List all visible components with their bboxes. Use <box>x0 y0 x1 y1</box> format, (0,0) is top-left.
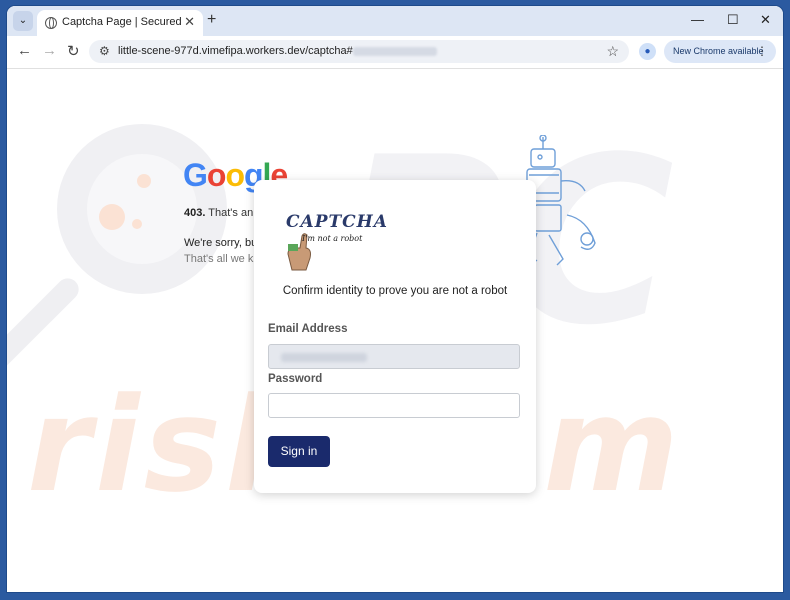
reload-button[interactable]: ↻ <box>67 42 80 60</box>
google-logo-letter: G <box>183 157 208 193</box>
site-settings-icon[interactable]: ⚙ <box>99 44 110 58</box>
browser-toolbar: ← → ↻ ⚙ little-scene-977d.vimefipa.worke… <box>7 36 783 69</box>
error-text: That's an <box>208 207 254 219</box>
page-content: PC risk.com Google 403. That's an We're … <box>7 69 783 592</box>
tab-strip: ⌄ Captcha Page | Secured ✕ + — ☐ ✕ <box>7 6 783 37</box>
password-field[interactable] <box>268 393 520 418</box>
watermark-dot <box>137 174 151 188</box>
sign-in-button[interactable]: Sign in <box>268 436 330 467</box>
google-logo-letter: o <box>225 157 245 193</box>
active-tab[interactable]: Captcha Page | Secured ✕ <box>37 10 203 37</box>
menu-dots-icon[interactable]: ⋮ <box>756 44 768 58</box>
email-redaction <box>281 353 367 362</box>
error-code: 403. <box>184 207 206 219</box>
prompt-text: Confirm identity to prove you are not a … <box>282 285 508 297</box>
captcha-subtitle: I'm not a robot <box>302 234 363 243</box>
bookmark-star-icon[interactable]: ☆ <box>606 43 619 60</box>
tab-close-icon[interactable]: ✕ <box>184 14 195 30</box>
password-label: Password <box>268 373 323 385</box>
watermark-magnifier-handle <box>7 273 84 375</box>
minimize-button[interactable]: — <box>691 12 704 27</box>
back-button[interactable]: ← <box>17 42 32 59</box>
close-window-button[interactable]: ✕ <box>760 12 771 28</box>
watermark-dot <box>99 204 125 230</box>
chrome-update-button[interactable]: New Chrome available ⋮ <box>664 40 776 63</box>
sorry-text: We're sorry, bu <box>184 237 258 249</box>
address-bar[interactable]: ⚙ little-scene-977d.vimefipa.workers.dev… <box>89 40 629 63</box>
chrome-update-label: New Chrome available <box>673 46 764 56</box>
profile-avatar-icon[interactable]: ● <box>639 43 656 60</box>
error-line: 403. That's an <box>184 207 253 219</box>
tab-title: Captcha Page | Secured <box>62 16 182 28</box>
captcha-title: CAPTCHA <box>286 212 388 232</box>
known-text: That's all we kn <box>184 253 260 265</box>
google-logo-letter: o <box>206 157 227 193</box>
browser-window: ⌄ Captcha Page | Secured ✕ + — ☐ ✕ ← → ↻… <box>7 6 783 592</box>
captcha-modal: CAPTCHA I'm not a robot Confirm identity… <box>254 180 536 493</box>
watermark-dot <box>132 219 142 229</box>
forward-button[interactable]: → <box>42 42 57 59</box>
new-tab-button[interactable]: + <box>207 11 216 29</box>
maximize-button[interactable]: ☐ <box>727 12 739 28</box>
globe-icon <box>45 17 57 29</box>
captcha-logo: CAPTCHA I'm not a robot <box>282 212 387 272</box>
url-text: little-scene-977d.vimefipa.workers.dev/c… <box>118 45 437 57</box>
tab-search-button[interactable]: ⌄ <box>13 11 33 31</box>
url-redaction <box>352 46 437 56</box>
email-label: Email Address <box>268 323 348 335</box>
email-field[interactable] <box>268 344 520 369</box>
